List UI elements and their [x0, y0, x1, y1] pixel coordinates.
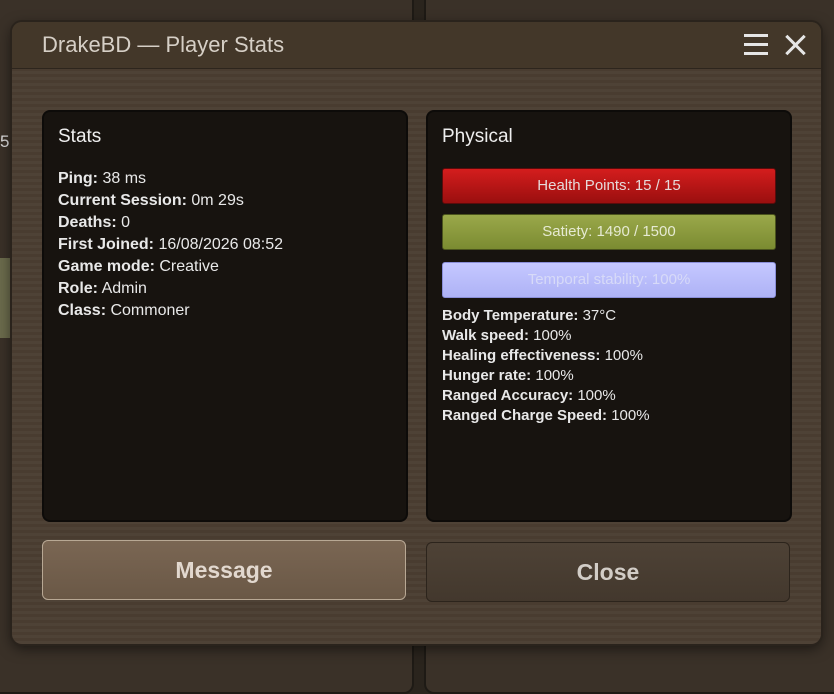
player-stats-dialog: DrakeBD — Player Stats Stats Ping: 38 ms… — [12, 22, 821, 644]
background-image-fragment — [0, 258, 12, 338]
physical-list: Body Temperature: 37°C Walk speed: 100% … — [442, 306, 650, 426]
temporal-stability-bar: Temporal stability: 100% — [442, 262, 776, 298]
physical-row-walk-speed: Walk speed: 100% — [442, 327, 572, 344]
stats-panel: Stats Ping: 38 ms Current Session: 0m 29… — [42, 110, 408, 522]
stats-row-session: Current Session: 0m 29s — [58, 192, 244, 209]
stats-row-role: Role: Admin — [58, 280, 147, 297]
menu-icon[interactable] — [744, 34, 768, 56]
health-bar: Health Points: 15 / 15 — [442, 168, 776, 204]
physical-row-ranged-accuracy: Ranged Accuracy: 100% — [442, 387, 616, 404]
stats-list: Ping: 38 ms Current Session: 0m 29s Deat… — [58, 168, 283, 322]
physical-panel: Physical Health Points: 15 / 15 Satiety:… — [426, 110, 792, 522]
physical-row-healing: Healing effectiveness: 100% — [442, 347, 643, 364]
dialog-title: DrakeBD — Player Stats — [42, 32, 285, 57]
physical-row-body-temperature: Body Temperature: 37°C — [442, 307, 617, 324]
stats-row-ping: Ping: 38 ms — [58, 170, 147, 187]
dialog-titlebar[interactable]: DrakeBD — Player Stats — [12, 22, 821, 69]
background-edge-number: 5 — [0, 132, 10, 151]
satiety-bar: Satiety: 1490 / 1500 — [442, 214, 776, 250]
stats-row-deaths: Deaths: 0 — [58, 214, 131, 231]
close-button[interactable]: Close — [426, 542, 790, 602]
close-icon[interactable] — [782, 32, 808, 58]
physical-panel-title: Physical — [442, 126, 513, 147]
physical-row-hunger-rate: Hunger rate: 100% — [442, 367, 574, 384]
stats-row-first-joined: First Joined: 16/08/2026 08:52 — [58, 236, 284, 253]
stats-row-game-mode: Game mode: Creative — [58, 258, 219, 275]
message-button[interactable]: Message — [42, 540, 406, 600]
stats-row-class: Class: Commoner — [58, 302, 190, 319]
physical-row-ranged-charge: Ranged Charge Speed: 100% — [442, 407, 650, 424]
stats-panel-title: Stats — [58, 126, 102, 147]
